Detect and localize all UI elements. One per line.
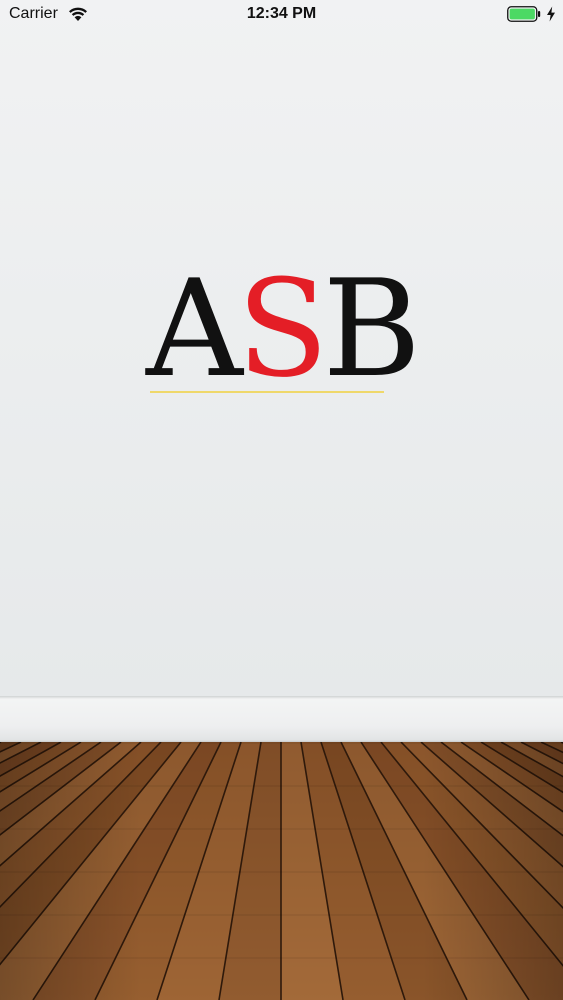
wooden-floor <box>0 742 563 1000</box>
logo-letter-a: A <box>146 251 243 407</box>
logo-letter-s: S <box>236 251 329 407</box>
logo-underline <box>150 391 384 393</box>
baseboard <box>0 696 563 742</box>
battery-icon <box>507 6 541 22</box>
splash-screen: Carrier 12:34 PM ASB <box>0 0 563 1000</box>
status-time: 12:34 PM <box>246 5 317 22</box>
asb-logo: ASB <box>146 251 421 407</box>
status-bar: Carrier 12:34 PM <box>0 0 563 30</box>
charging-bolt-icon <box>547 6 555 22</box>
logo-wordmark: ASB <box>146 251 421 407</box>
logo-letter-b: B <box>322 251 422 407</box>
